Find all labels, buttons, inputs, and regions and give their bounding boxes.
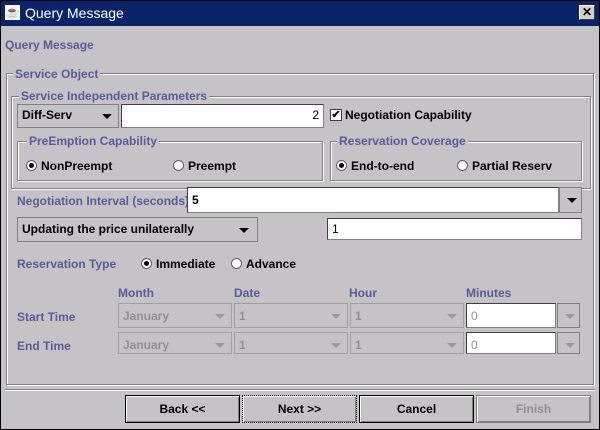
month-header: Month [118,286,154,300]
next-button[interactable]: Next >> [242,395,357,423]
form-heading: Query Message [5,38,94,52]
start-date-value: 1 [239,309,246,323]
chevron-down-icon [102,114,112,119]
end-month-value: January [123,338,170,352]
pricing-policy-value: Updating the price unilaterally [22,222,195,236]
chevron-down-icon [331,314,341,319]
immediate-label: Immediate [156,257,216,271]
chevron-down-icon [215,314,225,319]
end-minutes-dropdown-button[interactable] [557,332,580,354]
start-minutes-dropdown-button[interactable] [557,303,580,328]
query-message-window: ☕ Query Message ✕ Query Message Service … [0,0,600,430]
negotiation-interval-field[interactable]: 5 [187,187,559,213]
end-hour-combo[interactable]: 1 [350,332,464,354]
chevron-down-icon [565,314,575,319]
start-month-combo[interactable]: January [118,303,232,328]
service-object-legend: Service Object [13,67,101,81]
service-independent-parameters-legend: Service Independent Parameters [19,89,210,103]
title-bar: ☕ Query Message ✕ [1,1,599,26]
end-hour-value: 1 [355,338,362,352]
service-type-value: Diff-Serv [22,108,73,122]
immediate-radio[interactable] [141,258,152,269]
close-button[interactable]: ✕ [579,5,595,20]
start-month-value: January [123,309,170,323]
end-to-end-radio[interactable] [336,160,347,171]
reservation-type-label: Reservation Type [17,257,117,271]
cancel-button[interactable]: Cancel [359,395,474,423]
chevron-down-icon [331,343,341,348]
preemption-legend: PreEmption Capability [27,134,160,148]
price-field[interactable]: 1 [327,218,582,240]
quantity-value: 2 [312,108,319,122]
advance-radio[interactable] [231,258,242,269]
chevron-down-icon [447,343,457,348]
button-bar-separator [5,389,595,391]
nonpreempt-radio[interactable] [26,160,37,171]
chevron-down-icon [567,198,577,203]
chevron-down-icon [447,314,457,319]
chevron-down-icon [565,343,575,348]
negotiation-interval-label: Negotiation Interval (seconds) [17,194,190,208]
advance-label: Advance [246,257,297,271]
chevron-down-icon [215,343,225,348]
preempt-label: Preempt [188,159,237,173]
pricing-policy-combo[interactable]: Updating the price unilaterally [17,217,258,242]
start-hour-combo[interactable]: 1 [350,303,464,328]
partial-reserv-radio[interactable] [457,160,468,171]
reservation-coverage-legend: Reservation Coverage [337,134,468,148]
minutes-header: Minutes [466,286,512,300]
start-minutes-value: 0 [471,309,478,323]
end-month-combo[interactable]: January [118,332,232,354]
finish-button[interactable]: Finish [476,395,591,423]
end-minutes-value: 0 [471,338,478,352]
date-header: Date [234,286,261,300]
start-date-combo[interactable]: 1 [234,303,348,328]
java-logo-icon: ☕ [5,5,20,20]
price-value: 1 [332,222,339,236]
end-date-value: 1 [239,338,246,352]
negotiation-capability-checkbox[interactable]: ✔ [330,109,342,121]
start-minutes-field[interactable]: 0 [466,303,556,328]
back-button[interactable]: Back << [125,395,240,423]
end-minutes-field[interactable]: 0 [466,332,556,354]
preempt-radio[interactable] [173,160,184,171]
partial-reserv-label: Partial Reserv [472,159,553,173]
end-date-combo[interactable]: 1 [234,332,348,354]
start-hour-value: 1 [355,309,362,323]
negotiation-interval-dropdown-button[interactable] [559,187,582,213]
end-time-label: End Time [17,339,71,353]
chevron-down-icon [239,228,249,233]
negotiation-capability-label: Negotiation Capability [345,108,472,122]
negotiation-interval-value: 5 [192,193,199,207]
end-to-end-label: End-to-end [351,159,415,173]
nonpreempt-label: NonPreempt [41,159,113,173]
window-title: Query Message [25,5,124,21]
hour-header: Hour [349,286,377,300]
start-time-label: Start Time [17,310,76,324]
quantity-field[interactable]: 2 [121,104,324,128]
service-type-combo[interactable]: Diff-Serv [17,104,119,128]
